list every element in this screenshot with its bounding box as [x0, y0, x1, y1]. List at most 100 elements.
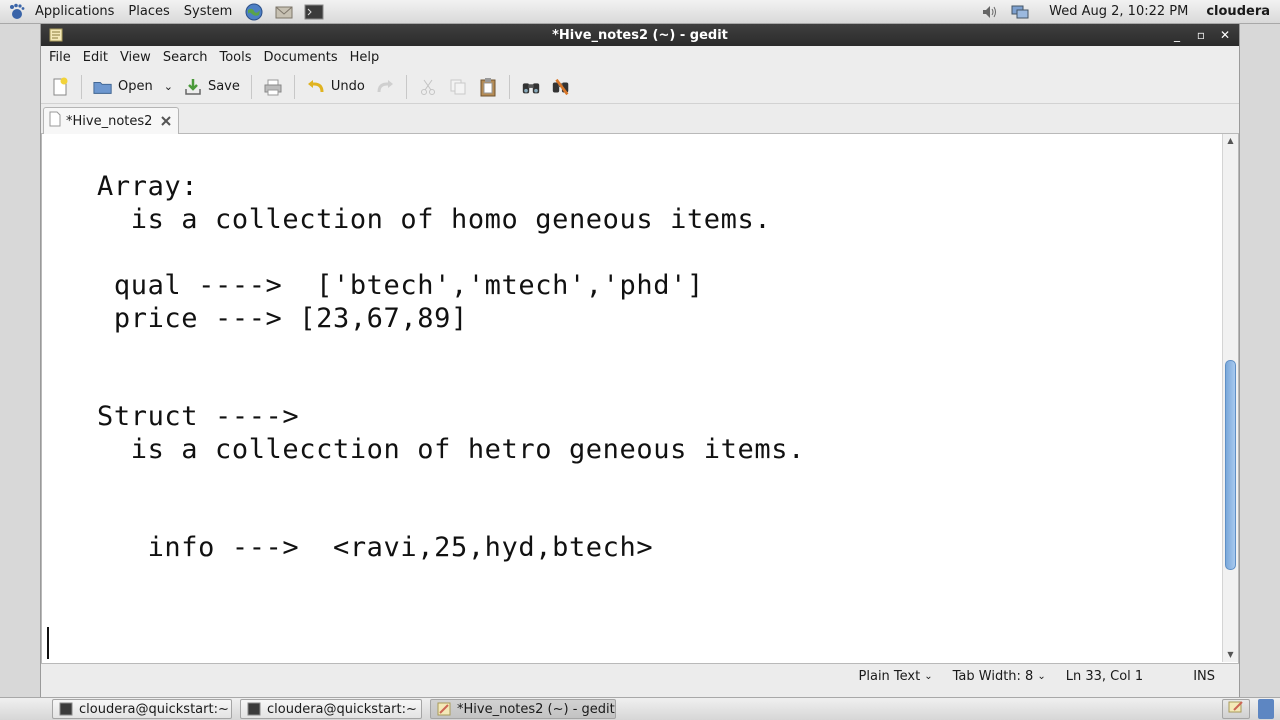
- undo-icon: [306, 77, 326, 97]
- undo-label: Undo: [330, 79, 365, 94]
- status-bar: Plain Text ⌄ Tab Width: 8 ⌄ Ln 33, Col 1 I…: [41, 664, 1239, 689]
- network-icon[interactable]: [1009, 2, 1031, 22]
- gedit-app-icon: [437, 702, 451, 716]
- taskbar-item-gedit[interactable]: *Hive_notes2 (~) - gedit: [430, 699, 616, 719]
- menu-documents[interactable]: Documents: [258, 46, 344, 70]
- toolbar-separator: [81, 74, 82, 99]
- task-label: cloudera@quickstart:~: [267, 701, 417, 717]
- vertical-scrollbar[interactable]: ▲ ▼: [1222, 134, 1238, 662]
- scrollbar-thumb[interactable]: [1225, 360, 1236, 570]
- find-replace-icon: [551, 77, 571, 97]
- doc-line: info ---> <ravi,25,hyd,btech>: [97, 532, 654, 563]
- task-label: cloudera@quickstart:~: [79, 701, 229, 717]
- menu-bar: File Edit View Search Tools Documents He…: [41, 46, 1239, 70]
- applications-menu[interactable]: Applications: [28, 1, 121, 23]
- maximize-button[interactable]: ▫: [1193, 27, 1209, 43]
- bottom-panel: cloudera@quickstart:~ cloudera@quickstar…: [0, 697, 1280, 720]
- title-bar[interactable]: *Hive_notes2 (~) - gedit _ ▫ ✕: [41, 24, 1239, 46]
- tab-hive-notes2[interactable]: *Hive_notes2: [43, 107, 179, 134]
- terminal-icon: [59, 702, 73, 716]
- toolbar: Open ⌄ Save Undo: [41, 70, 1239, 104]
- undo-button[interactable]: Undo: [301, 72, 370, 102]
- new-document-icon: [50, 77, 70, 97]
- mail-icon[interactable]: [273, 2, 295, 22]
- redo-icon: [375, 77, 395, 97]
- save-label: Save: [207, 79, 240, 94]
- tab-width-label: Tab Width: 8: [952, 669, 1034, 684]
- text-file-icon: [48, 111, 62, 131]
- save-icon: [183, 77, 203, 97]
- toolbar-separator: [293, 74, 295, 99]
- note-edit-icon: [1228, 700, 1244, 718]
- doc-line: is a collection of homo geneous items.: [97, 204, 772, 235]
- printer-icon: [263, 77, 283, 97]
- scroll-up-icon[interactable]: ▲: [1223, 134, 1238, 148]
- menu-tools[interactable]: Tools: [213, 46, 257, 70]
- redo-button[interactable]: [370, 72, 400, 102]
- gedit-window: *Hive_notes2 (~) - gedit _ ▫ ✕ File Edit…: [40, 24, 1240, 697]
- scroll-down-icon[interactable]: ▼: [1223, 648, 1238, 662]
- user-menu[interactable]: cloudera: [1202, 4, 1280, 19]
- partial-line: ': [97, 134, 148, 147]
- find-button[interactable]: [516, 72, 546, 102]
- open-folder-icon: [93, 77, 113, 97]
- open-button[interactable]: Open ⌄: [88, 72, 178, 102]
- scissors-icon: [418, 77, 438, 97]
- close-tab-icon[interactable]: [158, 113, 174, 129]
- copy-icon: [448, 77, 468, 97]
- gnome-foot-icon: [8, 2, 26, 22]
- minimize-button[interactable]: _: [1169, 27, 1185, 43]
- clipboard-icon: [478, 77, 498, 97]
- paste-button[interactable]: [473, 72, 503, 102]
- text-cursor: [47, 627, 49, 659]
- places-menu[interactable]: Places: [121, 1, 176, 23]
- task-label: *Hive_notes2 (~) - gedit: [457, 701, 615, 717]
- doc-line: is a collecction of hetro geneous items.: [97, 434, 805, 465]
- language-selector[interactable]: Plain Text ⌄: [849, 669, 943, 684]
- doc-line: Array:: [97, 171, 199, 202]
- doc-line: Struct ---->: [97, 401, 300, 432]
- open-label: Open: [118, 79, 153, 94]
- terminal-icon[interactable]: [303, 2, 325, 22]
- tab-width-selector[interactable]: Tab Width: 8 ⌄: [943, 669, 1056, 684]
- browser-globe-icon[interactable]: [243, 2, 265, 22]
- open-dropdown-icon[interactable]: ⌄: [164, 80, 173, 93]
- text-view[interactable]: ' Array: is a collection of homo geneous…: [42, 134, 1224, 662]
- volume-icon[interactable]: [979, 2, 1001, 22]
- window-title: *Hive_notes2 (~) - gedit: [552, 27, 728, 43]
- chevron-down-icon: ⌄: [924, 671, 933, 682]
- terminal-icon: [247, 702, 261, 716]
- menu-file[interactable]: File: [43, 46, 77, 70]
- menu-search[interactable]: Search: [157, 46, 214, 70]
- toolbar-separator: [250, 74, 252, 99]
- editor-area[interactable]: ' Array: is a collection of homo geneous…: [41, 134, 1239, 664]
- clock[interactable]: Wed Aug 2, 10:22 PM: [1035, 4, 1202, 19]
- cursor-position: Ln 33, Col 1: [1065, 669, 1144, 684]
- workspace-switcher[interactable]: [1258, 699, 1274, 719]
- taskbar-item-terminal-1[interactable]: cloudera@quickstart:~: [52, 699, 232, 719]
- menu-view[interactable]: View: [114, 46, 157, 70]
- copy-button[interactable]: [443, 72, 473, 102]
- tab-label: *Hive_notes2: [66, 113, 153, 129]
- find-replace-button[interactable]: [546, 72, 576, 102]
- cut-button[interactable]: [413, 72, 443, 102]
- close-window-button[interactable]: ✕: [1217, 27, 1233, 43]
- toolbar-separator: [405, 74, 407, 99]
- doc-line: qual ----> ['btech','mtech','phd']: [97, 270, 704, 301]
- new-button[interactable]: [45, 72, 75, 102]
- save-button[interactable]: Save: [178, 72, 245, 102]
- top-panel: Applications Places System Wed Aug 2, 10…: [0, 0, 1280, 24]
- insert-mode: INS: [1193, 669, 1215, 684]
- menu-help[interactable]: Help: [344, 46, 386, 70]
- language-label: Plain Text: [858, 669, 921, 684]
- system-menu[interactable]: System: [177, 1, 239, 23]
- menu-edit[interactable]: Edit: [77, 46, 114, 70]
- toolbar-separator: [508, 74, 510, 99]
- chevron-down-icon: ⌄: [1037, 671, 1046, 682]
- binoculars-icon: [521, 77, 541, 97]
- print-button[interactable]: [258, 72, 288, 102]
- show-desktop-button[interactable]: [1222, 699, 1250, 719]
- doc-line: price ---> [23,67,89]: [97, 303, 468, 334]
- taskbar-item-terminal-2[interactable]: cloudera@quickstart:~: [240, 699, 422, 719]
- document-tabs: *Hive_notes2: [41, 104, 1239, 134]
